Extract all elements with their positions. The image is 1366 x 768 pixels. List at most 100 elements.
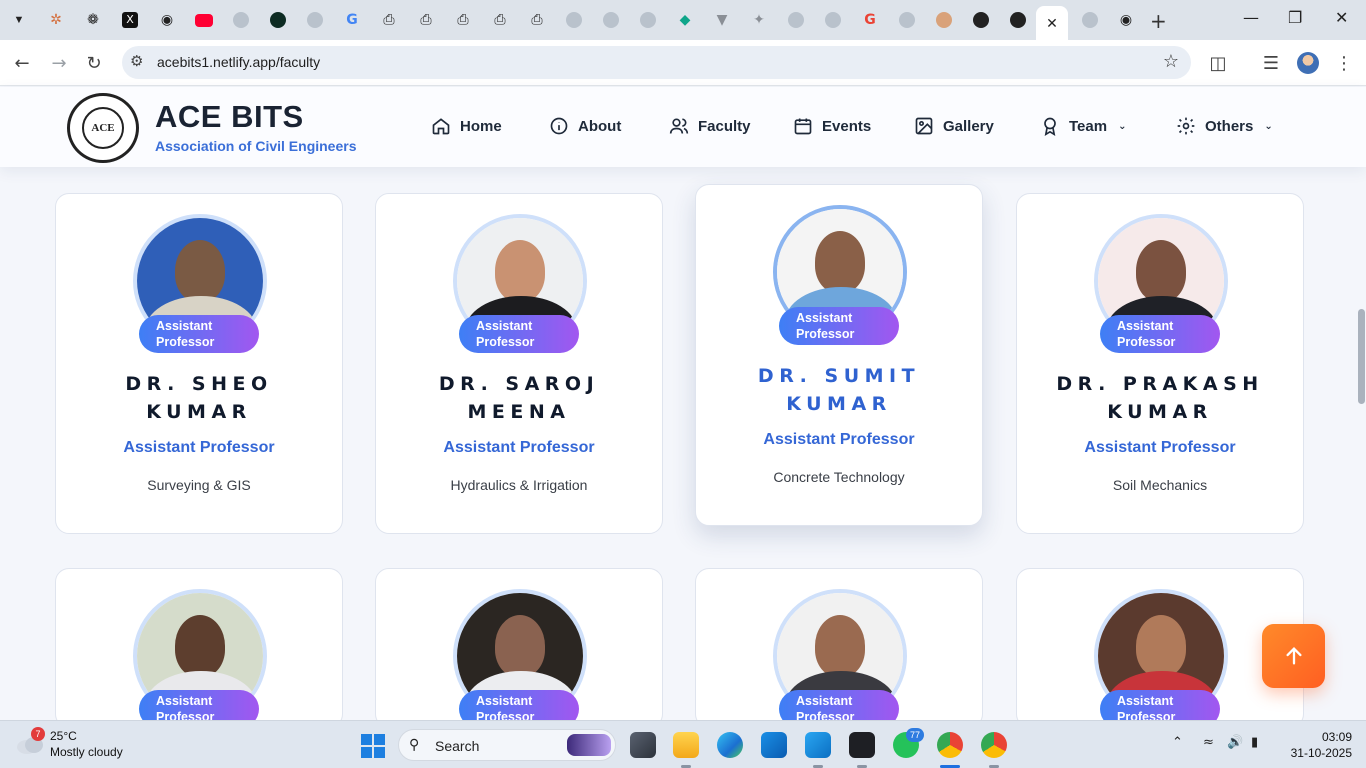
diamond-icon[interactable]: ◆ xyxy=(675,10,695,30)
sparkle-icon[interactable]: ✦ xyxy=(749,10,769,30)
nav-home[interactable]: Home xyxy=(431,116,502,136)
globe-icon[interactable] xyxy=(638,10,658,30)
chrome-icon[interactable]: ◉ xyxy=(157,10,177,30)
reload-icon[interactable]: ↻ xyxy=(82,51,106,75)
minimize-icon[interactable]: — xyxy=(1243,8,1259,27)
vscode-icon[interactable] xyxy=(805,732,831,758)
globe-icon[interactable] xyxy=(564,10,584,30)
chevron-up-icon[interactable]: ⌃ xyxy=(1172,735,1183,750)
gamma-icon[interactable]: ⎙ xyxy=(416,10,436,30)
site-info-icon[interactable]: ⚙ xyxy=(130,52,143,70)
gamma-icon[interactable]: ⎙ xyxy=(527,10,547,30)
chevron-down-icon: ⌄ xyxy=(1118,120,1127,132)
profile-avatar[interactable] xyxy=(1297,52,1319,74)
weather-temperature[interactable]: 25°C xyxy=(50,729,77,743)
extensions-icon[interactable]: ◫ xyxy=(1206,51,1230,75)
chatgpt-icon[interactable]: ❁ xyxy=(83,10,103,30)
close-window-icon[interactable]: ✕ xyxy=(1335,8,1348,27)
claude-icon[interactable]: ✲ xyxy=(46,10,66,30)
file-manager-icon[interactable] xyxy=(630,732,656,758)
youtube-icon[interactable] xyxy=(194,10,214,30)
x-icon[interactable]: X xyxy=(120,10,140,30)
url-text[interactable]: acebits1.netlify.app/faculty xyxy=(157,54,320,70)
google-icon[interactable]: G xyxy=(342,10,362,30)
globe-icon[interactable] xyxy=(786,10,806,30)
menu-icon[interactable]: ⋮ xyxy=(1332,51,1356,75)
globe-icon[interactable] xyxy=(897,10,917,30)
avatar-icon[interactable] xyxy=(934,10,954,30)
faculty-card[interactable]: Assistant Professor xyxy=(55,568,343,728)
google-icon[interactable]: G xyxy=(860,10,880,30)
app-icon[interactable] xyxy=(849,732,875,758)
clock-date[interactable]: 31-10-2025 xyxy=(1280,746,1352,760)
new-tab-button[interactable]: + xyxy=(1150,9,1167,33)
chevron-down-icon: ⌄ xyxy=(1264,120,1273,132)
bookmark-star-icon[interactable]: ☆ xyxy=(1163,51,1179,72)
globe-icon[interactable] xyxy=(601,10,621,30)
faculty-card[interactable]: Assistant Professor xyxy=(1016,568,1304,728)
image-icon xyxy=(915,117,933,135)
address-bar[interactable]: ⚙ acebits1.netlify.app/faculty ☆ xyxy=(122,46,1191,79)
tab-search-button[interactable]: ▼ xyxy=(6,8,32,32)
close-tab-icon[interactable]: ✕ xyxy=(1046,15,1058,32)
search-icon: ⚲ xyxy=(409,737,420,753)
globe-icon[interactable] xyxy=(1080,10,1100,30)
globe-icon[interactable] xyxy=(305,10,325,30)
battery-icon[interactable]: ▮ xyxy=(1251,735,1258,750)
page-scrollbar[interactable] xyxy=(1356,167,1366,720)
faculty-subject: Concrete Technology xyxy=(773,469,905,485)
globe-icon[interactable] xyxy=(823,10,843,30)
nav-gallery[interactable]: Gallery xyxy=(914,116,994,136)
github-icon[interactable] xyxy=(1008,10,1028,30)
gamma-icon[interactable]: ⎙ xyxy=(379,10,399,30)
outlook-icon[interactable] xyxy=(761,732,787,758)
faculty-name: DR. SHEO KUMAR xyxy=(125,373,273,423)
gamma-icon[interactable]: ⎙ xyxy=(490,10,510,30)
nav-faculty[interactable]: Faculty xyxy=(669,116,751,136)
edge-icon[interactable] xyxy=(717,732,743,758)
perplexity-icon[interactable] xyxy=(268,10,288,30)
taskbar-search[interactable]: ⚲ Search xyxy=(398,729,616,761)
gear-icon xyxy=(1177,117,1195,135)
forward-icon[interactable]: → xyxy=(47,51,71,75)
globe-icon[interactable] xyxy=(231,10,251,30)
volume-icon[interactable]: 🔊 xyxy=(1227,735,1243,750)
clock-time[interactable]: 03:09 xyxy=(1306,730,1352,744)
faculty-card[interactable]: Assistant Professor DR. SHEO KUMAR Assis… xyxy=(55,193,343,534)
search-highlight-icon xyxy=(567,734,611,756)
chrome-profile-icon[interactable] xyxy=(981,732,1007,758)
vercel-icon[interactable]: ▼ xyxy=(712,10,732,30)
media-control-icon[interactable]: ☰ xyxy=(1259,51,1283,75)
nav-events[interactable]: Events xyxy=(793,116,871,136)
ace-logo[interactable]: ACE xyxy=(67,93,139,163)
faculty-card[interactable]: Assistant Professor DR. SAROJ MEENA Assi… xyxy=(375,193,663,534)
users-icon xyxy=(669,118,689,134)
chrome-icon[interactable]: ◉ xyxy=(1116,10,1136,30)
faculty-card[interactable]: Assistant Professor DR. SUMIT KUMAR Assi… xyxy=(695,184,983,526)
faculty-card[interactable]: Assistant Professor xyxy=(695,568,983,728)
nav-others[interactable]: Others ⌄ xyxy=(1176,116,1273,136)
designation-badge: Assistant Professor xyxy=(139,315,259,353)
chrome-icon[interactable] xyxy=(937,732,963,758)
windows-start-button[interactable] xyxy=(361,734,385,758)
faculty-role: Assistant Professor xyxy=(1084,439,1236,456)
github-icon[interactable] xyxy=(971,10,991,30)
designation-badge: Assistant Professor xyxy=(779,307,899,345)
nav-about-label: About xyxy=(578,117,622,135)
gamma-icon[interactable]: ⎙ xyxy=(453,10,473,30)
nav-about[interactable]: About xyxy=(549,116,621,136)
active-tab[interactable]: ✕ xyxy=(1036,6,1068,40)
file-explorer-icon[interactable] xyxy=(673,732,699,758)
scrollbar-thumb[interactable] xyxy=(1358,309,1365,404)
notification-badge: 77 xyxy=(906,728,924,742)
restore-icon[interactable]: ❐ xyxy=(1288,8,1302,27)
scroll-to-top-button[interactable] xyxy=(1262,624,1325,688)
site-title[interactable]: ACE BITS xyxy=(155,99,304,135)
nav-team[interactable]: Team ⌄ xyxy=(1040,116,1126,136)
browser-tab-bar: ▼ ✲ ❁ X ◉ G ⎙ ⎙ ⎙ ⎙ ⎙ ◆ ▼ ✦ G ✕ ◉ + — ❐ … xyxy=(0,0,1366,40)
back-icon[interactable]: ← xyxy=(10,51,34,75)
faculty-card[interactable]: Assistant Professor DR. PRAKASH KUMAR As… xyxy=(1016,193,1304,534)
wifi-icon[interactable]: ≈ xyxy=(1203,735,1214,750)
weather-condition[interactable]: Mostly cloudy xyxy=(50,745,123,759)
faculty-card[interactable]: Assistant Professor xyxy=(375,568,663,728)
